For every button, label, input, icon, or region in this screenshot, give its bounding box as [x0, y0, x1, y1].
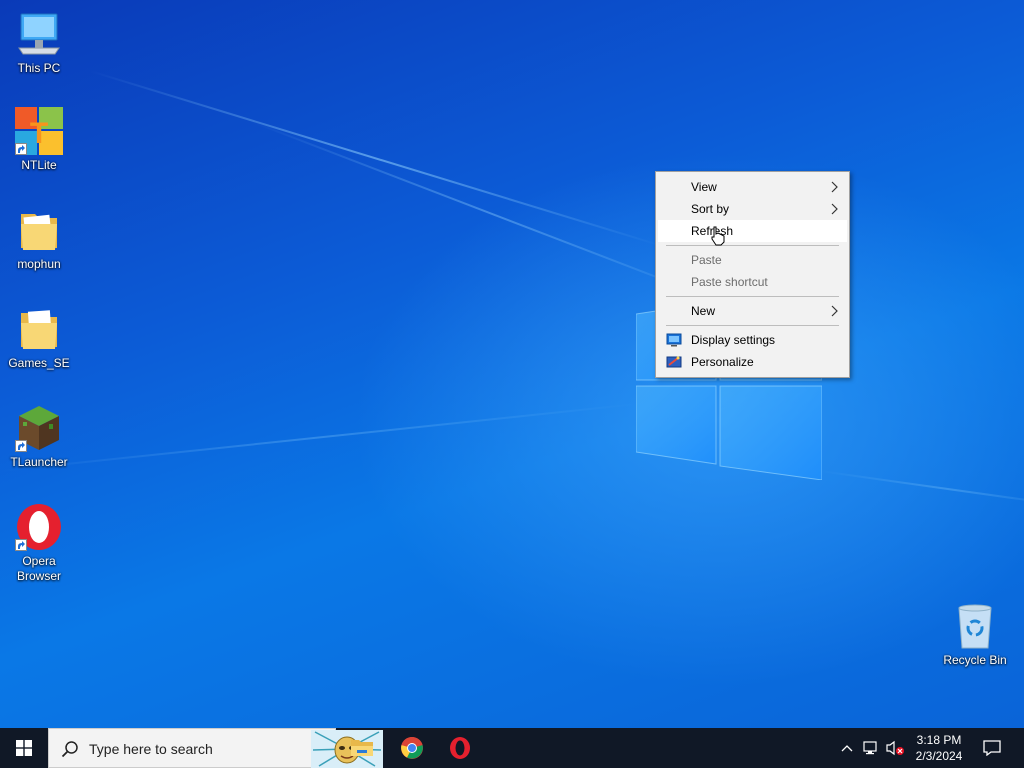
tray-show-hidden-icons[interactable] [838, 728, 856, 768]
desktop-icon-mophun[interactable]: mophun [0, 206, 78, 272]
folder-icon [21, 214, 57, 250]
notification-icon [983, 740, 1001, 756]
icon-label: Games_SE [8, 356, 70, 370]
hand-cursor-icon [711, 226, 725, 246]
search-placeholder: Type here to search [89, 741, 213, 757]
shortcut-arrow-icon [15, 539, 27, 551]
icon-label: Recycle Bin [943, 653, 1007, 667]
recycle-bin-icon [958, 604, 992, 649]
desktop-context-menu: View Sort by Refresh Paste Paste shortcu… [655, 171, 850, 378]
start-button[interactable] [0, 728, 48, 768]
clock-date: 2/3/2024 [915, 749, 963, 763]
personalize-icon [666, 356, 682, 368]
menu-separator [666, 296, 839, 297]
volume-muted-icon [886, 740, 904, 756]
shortcut-arrow-icon [15, 440, 27, 452]
icon-label: This PC [17, 61, 61, 75]
display-icon [666, 333, 682, 347]
action-center-button[interactable] [976, 728, 1008, 768]
menu-item-new[interactable]: New [658, 300, 847, 322]
chevron-right-icon [831, 181, 838, 193]
menu-item-view[interactable]: View [658, 176, 847, 198]
desktop-icon-opera-browser[interactable]: Opera Browser [0, 503, 78, 584]
desktop-icon-ntlite[interactable]: T NTLite [0, 107, 78, 173]
menu-item-display-settings[interactable]: Display settings [658, 329, 847, 351]
windows-start-icon [16, 740, 32, 756]
menu-item-label: Personalize [691, 355, 754, 369]
search-icon [61, 741, 78, 758]
menu-item-label: View [691, 180, 717, 194]
network-icon [863, 741, 877, 755]
taskbar-opera[interactable] [436, 728, 484, 768]
tray-network[interactable] [860, 728, 882, 768]
desktop-icon-games-se[interactable]: Games_SE [0, 305, 78, 371]
tray-volume[interactable] [884, 728, 906, 768]
chevron-right-icon [831, 203, 838, 215]
chrome-icon [401, 737, 423, 759]
menu-separator [666, 245, 839, 246]
file-explorer-icon [351, 740, 373, 756]
taskbar-file-explorer[interactable] [338, 728, 386, 768]
desktop-icon-tlauncher[interactable]: TLauncher [0, 404, 78, 470]
menu-item-paste-shortcut[interactable]: Paste shortcut [658, 271, 847, 293]
opera-icon [450, 737, 470, 759]
desktop[interactable]: This PC T NTLite mophun Games_SE TLaunch… [0, 0, 1024, 728]
menu-item-label: New [691, 304, 716, 318]
menu-item-label: Paste shortcut [691, 275, 768, 289]
taskbar-clock[interactable]: 3:18 PM 2/3/2024 [908, 728, 970, 768]
icon-label: mophun [17, 257, 61, 271]
menu-item-paste[interactable]: Paste [658, 249, 847, 271]
svg-text:T: T [30, 117, 48, 150]
menu-separator [666, 325, 839, 326]
icon-label: Opera Browser [16, 554, 61, 583]
menu-item-label: Paste [691, 253, 722, 267]
menu-item-sort-by[interactable]: Sort by [658, 198, 847, 220]
computer-icon [18, 13, 60, 55]
icon-label: NTLite [21, 158, 57, 172]
desktop-icon-this-pc[interactable]: This PC [0, 10, 78, 76]
chevron-up-icon [841, 745, 853, 752]
taskbar-chrome[interactable] [388, 728, 436, 768]
menu-item-personalize[interactable]: Personalize [658, 351, 847, 373]
clock-time: 3:18 PM [916, 733, 962, 747]
chevron-right-icon [831, 305, 838, 317]
desktop-icon-recycle-bin[interactable]: Recycle Bin [936, 602, 1014, 668]
taskbar: Type here to search 3:18 PM 2/3/2024 [0, 728, 1024, 768]
menu-item-label: Sort by [691, 202, 730, 216]
shortcut-arrow-icon [15, 143, 27, 155]
icon-label: TLauncher [10, 455, 68, 469]
menu-item-label: Display settings [691, 333, 776, 347]
menu-item-refresh[interactable]: Refresh [658, 220, 847, 242]
folder-icon [21, 310, 57, 349]
taskbar-search-box[interactable]: Type here to search [48, 728, 383, 768]
